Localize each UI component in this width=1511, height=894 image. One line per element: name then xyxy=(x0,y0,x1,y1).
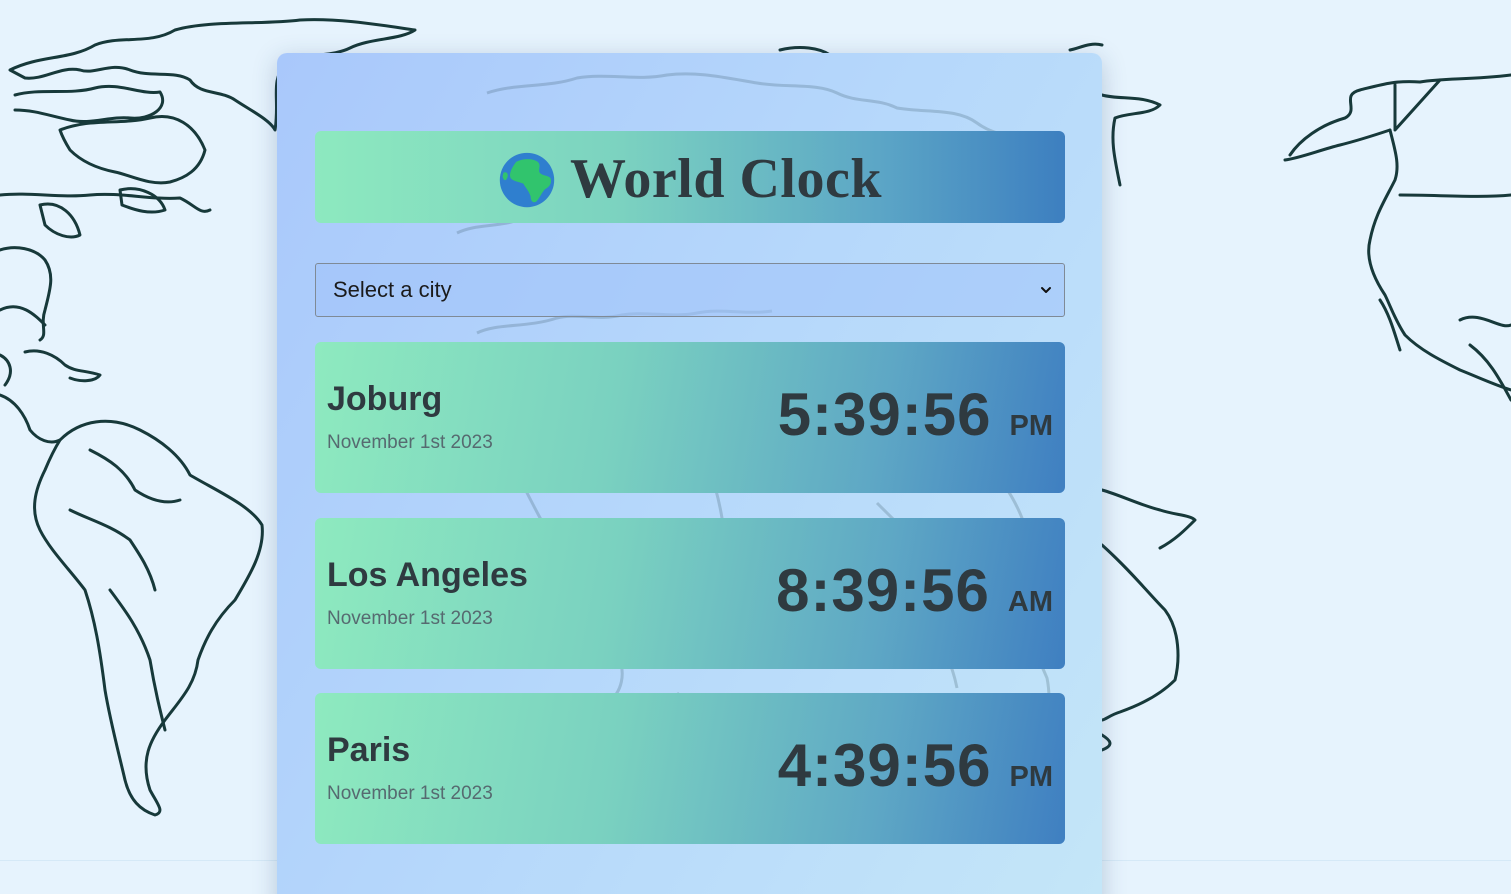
app-title: World Clock xyxy=(570,148,882,210)
city-row-paris: Paris November 1st 2023 4:39:56 PM xyxy=(315,693,1065,844)
app-header: World Clock xyxy=(315,131,1065,223)
city-time: 8:39:56 AM xyxy=(776,556,1053,625)
city-select-wrapper: Select a city xyxy=(315,263,1065,317)
city-name: Joburg xyxy=(327,380,443,418)
time-value: 4:39:56 xyxy=(777,732,992,799)
city-date: November 1st 2023 xyxy=(327,608,493,629)
time-period: PM xyxy=(1009,410,1054,442)
page: World Clock Select a city Joburg Novembe… xyxy=(0,0,1511,894)
time-value: 8:39:56 xyxy=(776,557,990,624)
chevron-down-icon xyxy=(1041,287,1051,293)
city-name: Paris xyxy=(327,731,411,769)
world-clock-card: World Clock Select a city Joburg Novembe… xyxy=(277,53,1102,894)
city-date: November 1st 2023 xyxy=(327,783,493,804)
time-period: AM xyxy=(1007,586,1053,618)
globe-europe-africa-icon xyxy=(499,152,555,208)
time-period: PM xyxy=(1009,761,1054,793)
city-time: 4:39:56 PM xyxy=(778,731,1053,800)
city-row-los-angeles: Los Angeles November 1st 2023 8:39:56 AM xyxy=(315,518,1065,669)
city-row-joburg: Joburg November 1st 2023 5:39:56 PM xyxy=(315,342,1065,493)
city-time: 5:39:56 PM xyxy=(778,380,1053,449)
time-value: 5:39:56 xyxy=(777,381,992,448)
city-date: November 1st 2023 xyxy=(327,432,493,453)
city-select[interactable]: Select a city xyxy=(315,263,1065,317)
city-name: Los Angeles xyxy=(327,556,528,594)
city-select-label: Select a city xyxy=(333,277,452,302)
